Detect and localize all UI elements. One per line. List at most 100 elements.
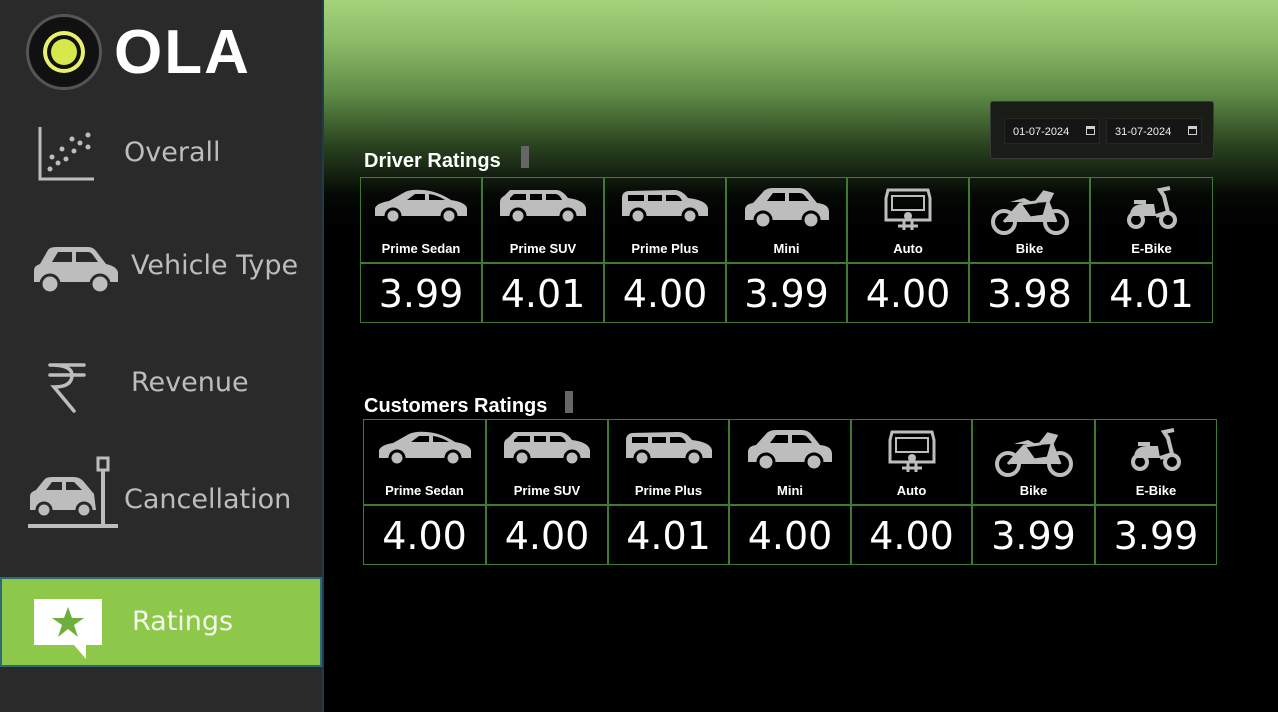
rating-value-cell: 3.99 <box>972 505 1095 565</box>
rating-value: 3.98 <box>987 272 1072 316</box>
motorbike-icon <box>970 186 1089 240</box>
nav-label-overall: Overall <box>124 137 221 168</box>
vehicle-header-cell: E-Bike <box>1095 419 1217 505</box>
rating-value-cell: 3.99 <box>726 263 847 323</box>
calendar-icon[interactable] <box>1086 126 1095 135</box>
rating-value: 3.99 <box>1113 514 1199 558</box>
rating-value-cell: 4.01 <box>1090 263 1213 323</box>
scatter-chart-icon <box>38 127 94 181</box>
vehicle-header-cell: Mini <box>726 177 847 263</box>
rating-value: 4.00 <box>622 272 708 316</box>
vehicle-label: Bike <box>1015 241 1044 256</box>
car-crash-icon <box>28 456 118 528</box>
vehicle-label: Prime Plus <box>634 483 703 498</box>
vehicle-label: Prime SUV <box>513 483 581 498</box>
rating-value: 4.00 <box>382 514 467 558</box>
suv-icon <box>487 428 607 472</box>
rating-value-cell: 4.00 <box>847 263 969 323</box>
vehicle-header-cell: Prime Plus <box>604 177 726 263</box>
nav-item-cancellation[interactable]: Cancellation <box>0 450 322 540</box>
nav-item-vehicle-type[interactable]: Vehicle Type <box>0 228 322 308</box>
rating-value-cell: 4.01 <box>608 505 729 565</box>
sidebar: OLA Overall Vehicle Type Revenue Cancell… <box>0 0 324 712</box>
rating-value-cell: 4.00 <box>486 505 608 565</box>
start-date-value: 01-07-2024 <box>1013 126 1070 138</box>
suv-icon <box>483 186 603 230</box>
driver-ratings-title: Driver Ratings <box>364 150 501 172</box>
nav-label-ratings: Ratings <box>132 606 234 637</box>
wagon-icon <box>605 186 725 230</box>
vehicle-label: E-Bike <box>1131 241 1172 256</box>
vehicle-label: Auto <box>893 241 923 256</box>
vehicle-label: Mini <box>777 483 803 498</box>
calendar-icon[interactable] <box>1188 126 1197 135</box>
logo-text: OLA <box>114 18 251 87</box>
auto-rickshaw-icon <box>848 186 968 238</box>
vehicle-label: Prime Sedan <box>385 483 464 498</box>
date-range-picker: 01-07-2024 31-07-2024 <box>990 101 1214 159</box>
nav-label-revenue: Revenue <box>131 367 249 398</box>
rupee-icon <box>48 363 86 413</box>
sedan-icon <box>361 186 481 230</box>
rating-value: 4.01 <box>1109 272 1194 316</box>
rating-value-cell: 3.99 <box>360 263 482 323</box>
scooter-icon <box>1091 186 1212 234</box>
rating-value: 4.00 <box>869 514 954 558</box>
auto-rickshaw-icon <box>852 428 971 480</box>
vehicle-header-cell: Prime Plus <box>608 419 729 505</box>
rating-value-cell: 4.00 <box>604 263 726 323</box>
sedan-icon <box>364 428 485 472</box>
rating-value: 3.99 <box>744 272 829 316</box>
rating-value-cell: 3.98 <box>969 263 1090 323</box>
rating-value-cell: 3.99 <box>1095 505 1217 565</box>
nav-label-vehicle-type: Vehicle Type <box>131 250 299 281</box>
nav-item-ratings[interactable]: Ratings <box>0 577 322 667</box>
ola-logo: OLA <box>26 12 266 92</box>
vehicle-header-cell: E-Bike <box>1090 177 1213 263</box>
vehicle-header-cell: Prime SUV <box>486 419 608 505</box>
rating-value: 4.00 <box>865 272 951 316</box>
hatchback-icon <box>727 186 846 236</box>
motorbike-icon <box>973 428 1094 482</box>
vehicle-label: Prime SUV <box>509 241 577 256</box>
car-icon <box>34 247 118 295</box>
vehicle-label: Prime Sedan <box>381 241 461 256</box>
rating-value: 3.99 <box>378 272 464 316</box>
vehicle-label: Auto <box>896 483 927 498</box>
start-date-field[interactable]: 01-07-2024 <box>1004 118 1100 144</box>
scooter-icon <box>1096 428 1216 476</box>
rating-value: 3.99 <box>991 514 1076 558</box>
nav-item-overall[interactable]: Overall <box>0 115 322 195</box>
wagon-icon <box>609 428 728 472</box>
vehicle-header-cell: Bike <box>969 177 1090 263</box>
customer-ratings-title: Customers Ratings <box>364 395 548 417</box>
rating-value: 4.00 <box>747 514 833 558</box>
vehicle-header-cell: Prime SUV <box>482 177 604 263</box>
vehicle-label: Mini <box>773 241 800 256</box>
rating-value-cell: 4.01 <box>482 263 604 323</box>
end-date-value: 31-07-2024 <box>1115 126 1172 138</box>
rating-value: 4.00 <box>504 514 590 558</box>
vehicle-header-cell: Prime Sedan <box>360 177 482 263</box>
vehicle-header-cell: Mini <box>729 419 851 505</box>
vehicle-label: Prime Plus <box>631 241 699 256</box>
rating-value-cell: 4.00 <box>363 505 486 565</box>
nav-label-cancellation: Cancellation <box>124 484 292 515</box>
vehicle-header-cell: Auto <box>847 177 969 263</box>
title-marker <box>565 391 573 413</box>
rating-value-cell: 4.00 <box>851 505 972 565</box>
rating-value-cell: 4.00 <box>729 505 851 565</box>
vehicle-label: Bike <box>1019 483 1048 498</box>
vehicle-header-cell: Bike <box>972 419 1095 505</box>
ola-logo-icon <box>26 14 102 90</box>
vehicle-label: E-Bike <box>1135 483 1177 498</box>
nav-item-revenue[interactable]: Revenue <box>0 345 322 425</box>
vehicle-header-cell: Prime Sedan <box>363 419 486 505</box>
star-message-icon <box>34 599 102 659</box>
end-date-field[interactable]: 31-07-2024 <box>1106 118 1202 144</box>
title-marker <box>521 146 529 168</box>
hatchback-icon <box>730 428 850 478</box>
vehicle-header-cell: Auto <box>851 419 972 505</box>
rating-value: 4.01 <box>626 514 711 558</box>
rating-value: 4.01 <box>500 272 586 316</box>
